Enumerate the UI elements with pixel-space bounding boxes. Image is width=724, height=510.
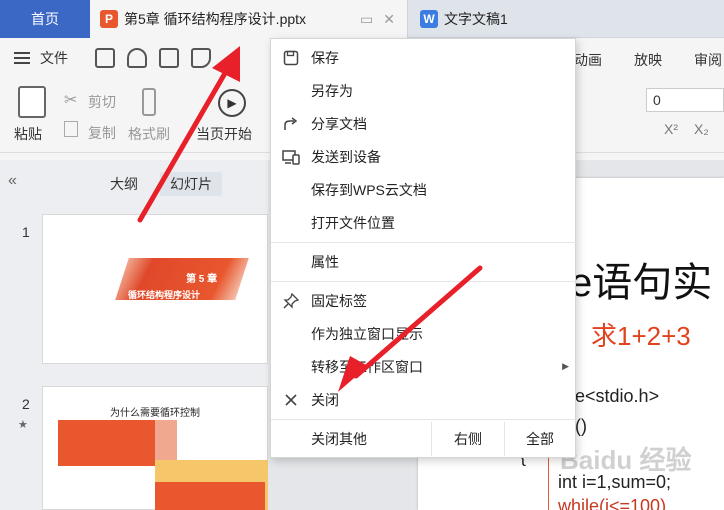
from-current-slide-button[interactable]: 当页开始 — [196, 124, 252, 144]
tab-close-icon[interactable]: ✕ — [383, 11, 395, 28]
word-file-icon: W — [420, 10, 438, 28]
code-line: de<stdio.h> — [565, 386, 660, 406]
slide1-subtitle: 循环结构程序设计 — [128, 290, 201, 300]
slide2-code-block — [155, 482, 265, 510]
font-size-field[interactable]: 0 — [646, 88, 724, 112]
slide-number: 1 — [22, 224, 30, 240]
copy-button-label[interactable]: 复制 — [88, 123, 116, 143]
tab-context-menu: 保存 另存为 分享文档 发送到设备 保存到WPS云文档 打开文件位置 属性 固定… — [270, 38, 577, 458]
tab-pptx-document[interactable]: P 第5章 循环结构程序设计.pptx ▭ ✕ — [90, 0, 408, 38]
format-painter-label[interactable]: 格式刷 — [128, 124, 170, 144]
slide-red-subheading: 】求1+2+3 — [565, 321, 691, 351]
tab-slides[interactable]: 幻灯片 — [160, 172, 222, 196]
menu-item-close-all[interactable]: 全部 — [505, 422, 575, 455]
tab-outline[interactable]: 大纲 — [100, 172, 148, 196]
tab-slideshow[interactable]: 放映 — [634, 50, 662, 70]
menu-item-label: 分享文档 — [311, 115, 367, 132]
menu-item-label: 属性 — [311, 253, 339, 270]
menu-item-send-to-device[interactable]: 发送到设备 — [271, 140, 577, 173]
menu-item-save[interactable]: 保存 — [271, 41, 577, 74]
pin-icon — [271, 292, 311, 309]
menu-separator — [271, 281, 577, 282]
menu-item-label: 关闭其他 — [311, 430, 367, 447]
file-menu-button[interactable]: 文件 — [14, 48, 68, 68]
tab-animation[interactable]: 动画 — [574, 50, 602, 70]
slide-heading: e语句实 — [570, 261, 713, 305]
hamburger-icon — [14, 52, 30, 64]
menu-item-label: 全部 — [526, 430, 554, 447]
close-icon — [271, 393, 311, 407]
menu-item-label: 发送到设备 — [311, 148, 381, 165]
print-icon[interactable] — [159, 48, 179, 68]
menu-item-label: 另存为 — [311, 82, 353, 99]
slide1-chapter-label: 第 5 章 — [186, 274, 218, 285]
tab-review[interactable]: 审阅 — [694, 50, 722, 70]
superscript-button[interactable]: X² — [664, 121, 678, 137]
share-icon — [271, 116, 311, 132]
monitor-icon[interactable]: ▭ — [360, 11, 373, 28]
scissors-icon: ✂ — [64, 92, 78, 109]
menu-item-separate-window[interactable]: 作为独立窗口显示 — [271, 317, 577, 350]
menu-item-move-to-workspace[interactable]: 转移至工作区窗口 ▶ — [271, 350, 577, 383]
slide2-title: 为什么需要循环控制 — [110, 408, 200, 419]
menu-item-label: 右侧 — [454, 430, 482, 447]
menu-item-label: 作为独立窗口显示 — [311, 325, 423, 342]
menu-item-open-file-location[interactable]: 打开文件位置 — [271, 206, 577, 239]
code-line: while(i<=100) — [558, 496, 667, 510]
menu-separator — [271, 419, 577, 420]
menu-item-label: 固定标签 — [311, 292, 367, 309]
menu-item-label: 打开文件位置 — [311, 214, 395, 231]
file-menu-label: 文件 — [40, 50, 68, 66]
paste-button-label[interactable]: 粘贴 — [14, 124, 42, 144]
menu-item-save-to-cloud[interactable]: 保存到WPS云文档 — [271, 173, 577, 206]
slide2-orange-block — [58, 420, 158, 466]
baidu-watermark: Baidu 经验 — [560, 445, 692, 475]
save-icon — [271, 50, 311, 66]
quick-access-toolbar — [95, 48, 211, 68]
menu-item-label: 转移至工作区窗口 — [311, 358, 423, 375]
menu-item-label: 保存到WPS云文档 — [311, 181, 427, 198]
tab-pptx-title: 第5章 循环结构程序设计.pptx — [124, 11, 307, 27]
menu-item-label: 保存 — [311, 49, 339, 66]
paste-icon[interactable] — [18, 86, 46, 118]
export-icon[interactable] — [127, 48, 147, 68]
subscript-button[interactable]: X₂ — [694, 121, 709, 137]
tab-home[interactable]: 首页 — [0, 0, 90, 38]
menu-item-pin-tab[interactable]: 固定标签 — [271, 284, 577, 317]
tab-doc-document[interactable]: W 文字文稿1 — [412, 0, 592, 38]
save-icon[interactable] — [95, 48, 115, 68]
cut-button-label[interactable]: 剪切 — [88, 92, 116, 112]
animation-star-icon: ★ — [18, 419, 28, 431]
menu-item-close[interactable]: 关闭 — [271, 383, 577, 416]
menu-item-share[interactable]: 分享文档 — [271, 107, 577, 140]
menu-separator — [271, 242, 577, 243]
menu-item-close-others[interactable]: 关闭其他 — [271, 422, 431, 455]
play-icon[interactable]: ▶ — [218, 89, 246, 117]
tab-home-label: 首页 — [31, 11, 59, 27]
slide-number: 2 — [22, 396, 30, 412]
menu-item-label: 关闭 — [311, 391, 339, 408]
presentation-file-icon: P — [100, 10, 118, 28]
device-icon — [271, 149, 311, 165]
menu-item-save-as[interactable]: 另存为 — [271, 74, 577, 107]
submenu-arrow-icon: ▶ — [562, 361, 569, 371]
copy-icon — [64, 121, 78, 137]
menu-item-close-right[interactable]: 右侧 — [432, 422, 504, 455]
print-preview-icon[interactable] — [191, 48, 211, 68]
collapse-pane-icon[interactable]: « — [8, 172, 17, 190]
tab-doc-title: 文字文稿1 — [444, 11, 508, 27]
menu-item-properties[interactable]: 属性 — [271, 245, 577, 278]
format-painter-icon — [142, 88, 156, 116]
